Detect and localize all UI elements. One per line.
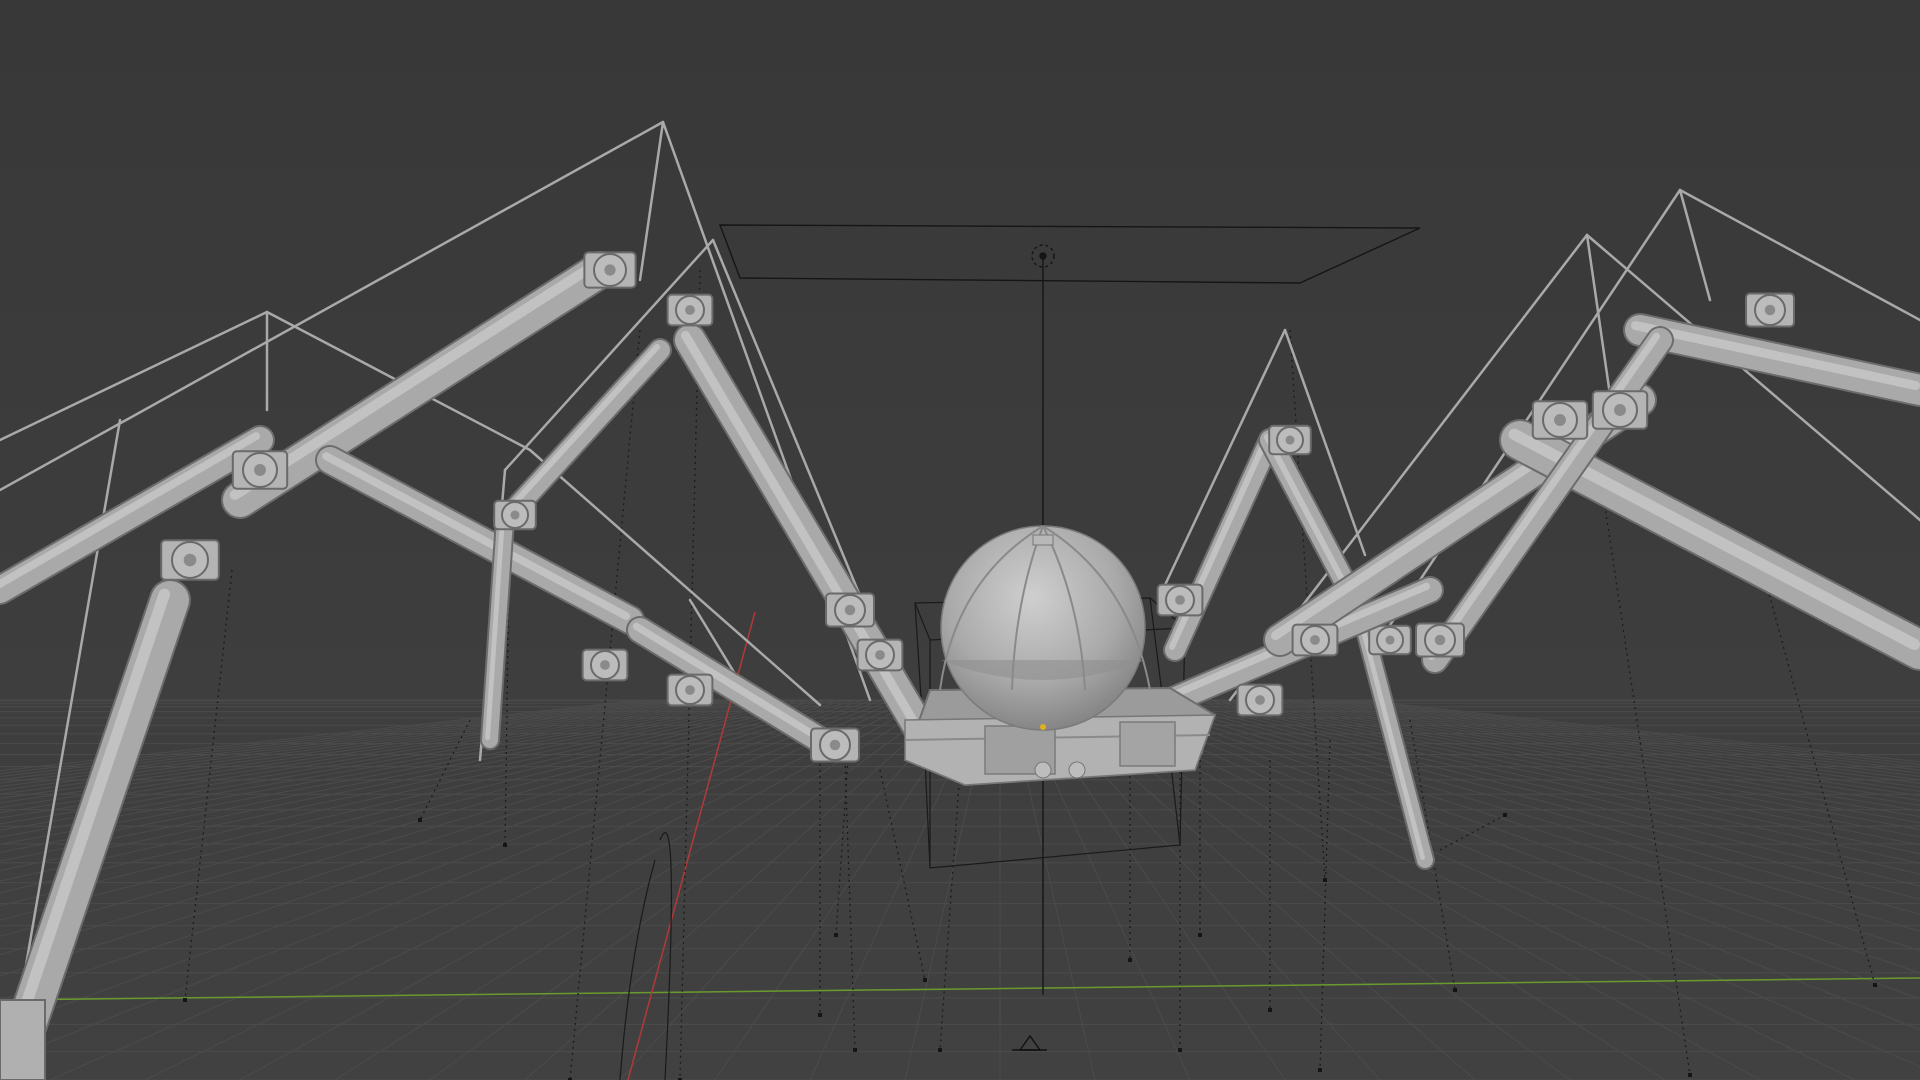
joint-bolt [600, 660, 610, 670]
joint-bolt [1434, 634, 1446, 646]
empty-marker [1318, 1068, 1322, 1072]
joint-bolt [1385, 635, 1395, 645]
joint-bolt [1614, 404, 1626, 416]
empty-marker [503, 843, 507, 847]
foot-block [0, 999, 46, 1080]
joint-bolt [685, 305, 695, 315]
joint-bolt [254, 464, 266, 476]
joint-bolt [1310, 635, 1320, 645]
joint-bolt [183, 553, 197, 567]
joint-bolt [875, 650, 885, 660]
empty-marker [418, 818, 422, 822]
joint-bolt [1554, 414, 1566, 426]
joint-bolt [844, 604, 856, 616]
joint-bolt [1764, 304, 1776, 316]
empty-marker [1453, 988, 1457, 992]
empty-marker [183, 998, 187, 1002]
object-origin-dot [1040, 724, 1046, 730]
dome-sphere[interactable] [940, 525, 1146, 731]
empty-marker [1128, 958, 1132, 962]
joint-bolt [604, 264, 616, 276]
empty-marker [1503, 813, 1507, 817]
empty-marker [1178, 1048, 1182, 1052]
viewport-background [0, 0, 1920, 1080]
empty-marker [834, 933, 838, 937]
empty-marker [1198, 933, 1202, 937]
joint-bolt [829, 739, 841, 751]
empty-marker [1873, 983, 1877, 987]
joint-bolt [1255, 695, 1265, 705]
3d-viewport[interactable] [0, 0, 1920, 1080]
empty-marker [938, 1048, 942, 1052]
empty-marker [853, 1048, 857, 1052]
viewport-scene[interactable] [0, 0, 1920, 1080]
empty-marker [818, 1013, 822, 1017]
empty-marker [1688, 1073, 1692, 1077]
joint-bolt [1175, 595, 1185, 605]
empty-marker [923, 978, 927, 982]
empty-marker [1268, 1008, 1272, 1012]
joint-bolt [510, 510, 520, 520]
joint-bolt [685, 685, 695, 695]
joint-bolt [1285, 435, 1295, 445]
